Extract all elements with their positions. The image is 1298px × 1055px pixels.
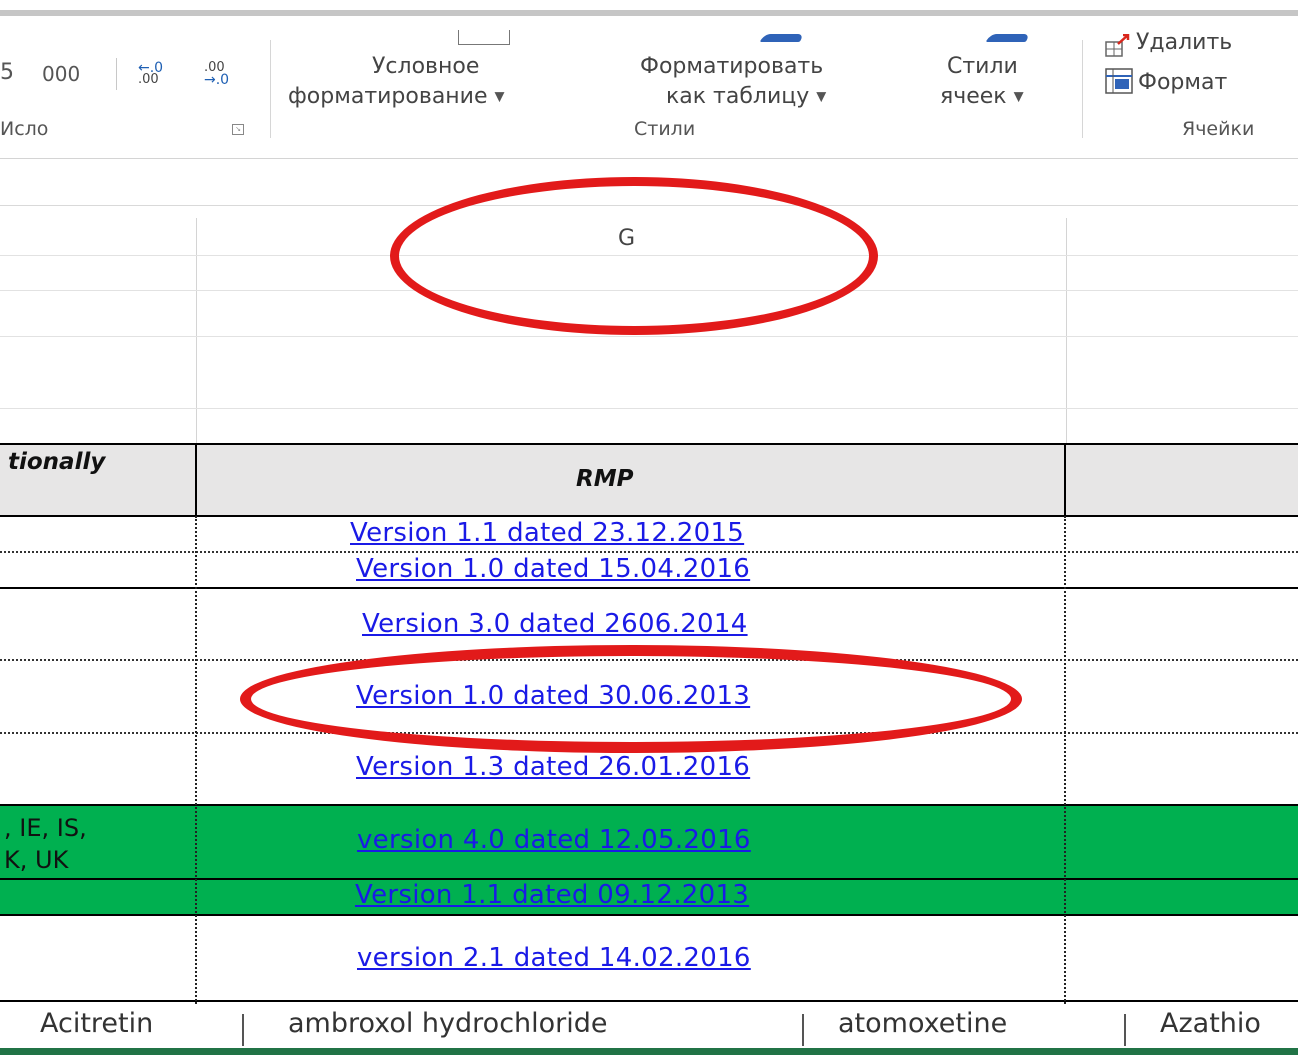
cells-group-label: Ячейки <box>1182 118 1255 140</box>
cell-styles-icon <box>985 34 1031 42</box>
chevron-down-icon: ▼ <box>816 89 827 105</box>
conditional-formatting-icon <box>458 30 510 45</box>
column-header-divider <box>196 218 197 444</box>
rmp-link[interactable]: Version 1.0 dated 15.04.2016 <box>356 554 750 584</box>
grid-line <box>0 336 1298 337</box>
border-line <box>1064 516 1066 1004</box>
sheet-tab[interactable]: Azathio <box>1160 1008 1261 1039</box>
delete-cells-button[interactable]: Удалить <box>1136 30 1232 55</box>
cell-styles-button[interactable]: ячеек ▼ <box>940 84 1024 109</box>
format-as-table-label-2: как таблицу <box>666 84 810 109</box>
column-header-divider <box>1066 218 1067 444</box>
group-separator <box>270 40 271 138</box>
countries-cell-line-2[interactable]: K, UK <box>4 846 68 874</box>
header-cell-rmp[interactable]: RMP <box>576 466 633 492</box>
ribbon-bottom-border <box>0 158 1298 159</box>
delete-cells-icon <box>1105 34 1130 57</box>
conditional-formatting-label-1[interactable]: Условное <box>372 54 479 79</box>
tab-separator <box>802 1014 804 1046</box>
status-bar <box>0 1048 1298 1055</box>
format-cells-icon <box>1105 68 1133 94</box>
rmp-link[interactable]: Version 1.1 dated 09.12.2013 <box>355 880 749 910</box>
increase-decimal-button[interactable]: ←.0 .00 <box>138 61 163 86</box>
border-line <box>1064 443 1066 516</box>
group-separator <box>1082 40 1083 138</box>
rmp-link[interactable]: version 2.1 dated 14.02.2016 <box>357 943 751 973</box>
chevron-down-icon: ▼ <box>494 89 505 105</box>
format-cells-button[interactable]: Формат <box>1138 70 1227 95</box>
decrease-decimal-button[interactable]: .00 →.0 <box>204 61 230 88</box>
conditional-formatting-button[interactable]: форматирование ▼ <box>288 84 505 109</box>
styles-group-label: Стили <box>634 118 696 140</box>
sheet-tab[interactable]: atomoxetine <box>838 1008 1007 1039</box>
dialog-launcher-icon[interactable]: ↘ <box>232 124 244 135</box>
rmp-link[interactable]: version 4.0 dated 12.05.2016 <box>357 825 751 855</box>
divider <box>116 58 117 90</box>
format-as-table-label-1[interactable]: Форматировать <box>640 54 823 79</box>
border-line <box>195 516 197 1004</box>
border-line <box>195 443 197 516</box>
sheet-tab[interactable]: ambroxol hydrochloride <box>288 1008 608 1039</box>
rmp-link[interactable]: Version 3.0 dated 2606.2014 <box>362 609 748 639</box>
chevron-down-icon: ▼ <box>1013 89 1024 105</box>
header-cell-partial[interactable]: tionally <box>8 449 105 475</box>
annotation-ellipse <box>240 645 1022 753</box>
rmp-link[interactable]: Version 1.3 dated 26.01.2016 <box>356 752 750 782</box>
tab-separator <box>242 1014 244 1046</box>
number-format-partial[interactable]: 5 <box>0 60 14 85</box>
sheet-tab[interactable]: Acitretin <box>40 1008 153 1039</box>
decrease-decimal-icon-bottom: →.0 <box>204 72 230 88</box>
grid-line <box>0 408 1298 409</box>
thousands-separator-button[interactable]: 000 <box>42 62 80 86</box>
format-as-table-button[interactable]: как таблицу ▼ <box>666 84 826 109</box>
conditional-formatting-label-2: форматирование <box>288 84 488 109</box>
countries-cell-line-1[interactable]: , IE, IS, <box>4 814 87 842</box>
cell-styles-label-2: ячеек <box>940 84 1007 109</box>
cell-styles-label-1[interactable]: Стили <box>947 54 1018 79</box>
format-as-table-icon <box>759 34 805 42</box>
rmp-link[interactable]: Version 1.1 dated 23.12.2015 <box>350 518 744 548</box>
number-group-label: Исло <box>0 118 49 140</box>
annotation-ellipse <box>390 177 878 335</box>
tab-separator <box>1124 1014 1126 1046</box>
